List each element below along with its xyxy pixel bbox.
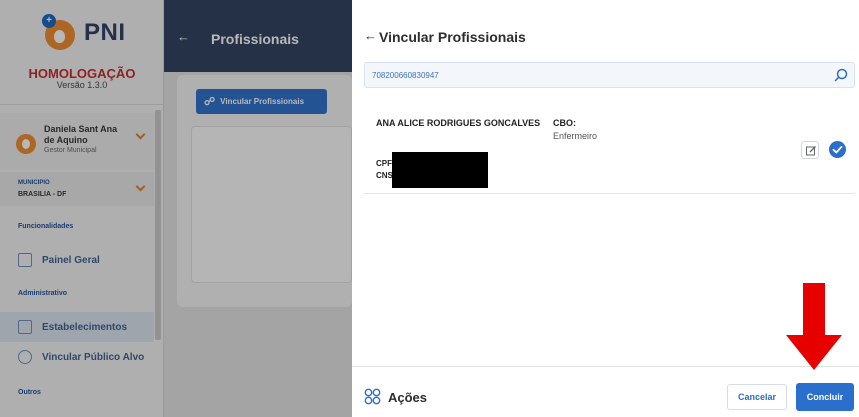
- redaction-box: [392, 152, 488, 188]
- cbo-value: Enfermeiro: [553, 131, 598, 141]
- professional-name: ANA ALICE RODRIGUES GONCALVES: [376, 118, 541, 128]
- annotation-arrow-icon: [786, 283, 842, 370]
- back-arrow-icon[interactable]: ←: [364, 28, 377, 43]
- drawer-title: Vincular Profissionais: [379, 29, 526, 45]
- edit-icon: [806, 146, 816, 156]
- concluir-button[interactable]: Concluir: [796, 383, 854, 411]
- cbo-label: CBO:: [553, 118, 576, 128]
- edit-button[interactable]: [801, 141, 819, 159]
- acoes-label: Ações: [388, 390, 428, 405]
- cancel-button[interactable]: Cancelar: [727, 384, 787, 410]
- check-circle-icon: [832, 145, 843, 154]
- cns-label: CNS: [376, 171, 393, 180]
- search-icon[interactable]: [834, 68, 848, 82]
- cpf-label: CPF: [376, 159, 392, 168]
- search-input[interactable]: [372, 68, 812, 82]
- grid-icon: [364, 388, 381, 405]
- select-professional-button[interactable]: [829, 141, 846, 158]
- modal-backdrop[interactable]: [0, 0, 352, 417]
